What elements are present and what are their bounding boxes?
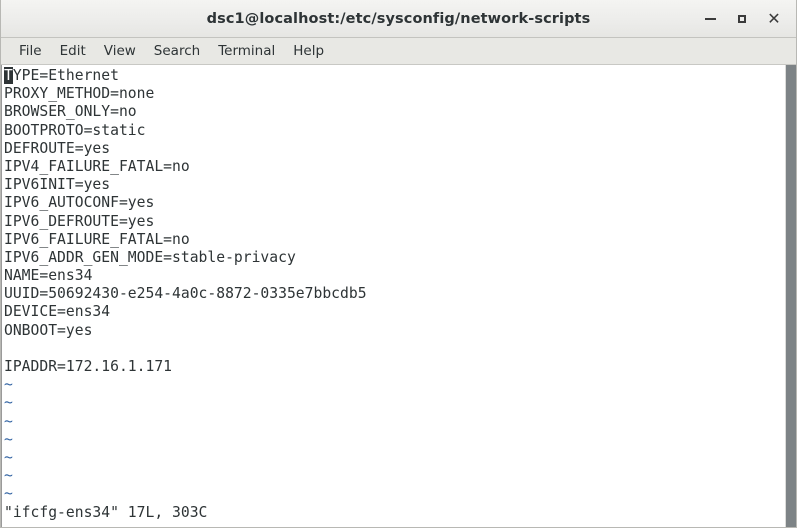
menu-item-file[interactable]: File	[10, 41, 51, 62]
terminal-empty-marker: ~	[4, 448, 13, 466]
terminal-area: TYPE=Ethernet PROXY_METHOD=none BROWSER_O…	[1, 65, 796, 527]
maximize-icon	[738, 14, 746, 23]
vim-status-line: "ifcfg-ens34" 17L, 303C	[4, 503, 208, 521]
terminal-line: BOOTPROTO=static	[4, 121, 146, 139]
terminal-line: IPV4_FAILURE_FATAL=no	[4, 157, 190, 175]
maximize-button[interactable]	[726, 4, 758, 34]
terminal-line: PROXY_METHOD=none	[4, 85, 155, 103]
close-button[interactable]: ✕	[758, 4, 790, 34]
block-cursor: T	[4, 67, 13, 84]
minimize-button[interactable]	[694, 4, 726, 34]
terminal-line: IPV6_AUTOCONF=yes	[4, 194, 155, 212]
terminal-empty-marker: ~	[4, 394, 13, 412]
terminal-line: DEVICE=ens34	[4, 303, 111, 321]
close-icon: ✕	[767, 8, 781, 28]
terminal-line: IPV6_DEFROUTE=yes	[4, 212, 155, 230]
terminal-line: IPV6_FAILURE_FATAL=no	[4, 230, 190, 248]
menu-item-edit[interactable]: Edit	[51, 41, 95, 62]
menu-item-search[interactable]: Search	[145, 41, 209, 62]
terminal-scrollbar[interactable]	[785, 65, 796, 527]
menu-bar: File Edit View Search Terminal Help	[1, 38, 796, 65]
terminal-screen[interactable]: TYPE=Ethernet PROXY_METHOD=none BROWSER_O…	[1, 65, 785, 527]
terminal-empty-markers: ~ ~ ~ ~ ~ ~ ~	[4, 376, 785, 503]
menu-item-help[interactable]: Help	[284, 41, 333, 62]
terminal-line: IPV6_ADDR_GEN_MODE=stable-privacy	[4, 248, 296, 266]
terminal-line-cursor: TYPE=Ethernet	[4, 67, 785, 85]
terminal-line: BROWSER_ONLY=no	[4, 103, 137, 121]
terminal-line: DEFROUTE=yes	[4, 139, 111, 157]
window-title: dsc1@localhost:/etc/sysconfig/network-sc…	[206, 10, 591, 27]
terminal-line: IPADDR=172.16.1.171	[4, 358, 173, 375]
terminal-line: UUID=50692430-e254-4a0c-8872-0335e7bbcdb…	[4, 285, 367, 303]
terminal-empty-marker: ~	[4, 467, 13, 485]
terminal-lines: PROXY_METHOD=none BROWSER_ONLY=no BOOTPROT…	[4, 85, 785, 376]
terminal-window: dsc1@localhost:/etc/sysconfig/network-sc…	[0, 0, 797, 528]
title-bar: dsc1@localhost:/etc/sysconfig/network-sc…	[1, 0, 796, 38]
terminal-empty-marker: ~	[4, 430, 13, 448]
terminal-empty-marker: ~	[4, 412, 13, 430]
menu-item-terminal[interactable]: Terminal	[209, 41, 284, 62]
terminal-empty-marker: ~	[4, 485, 13, 503]
terminal-line: IPV6INIT=yes	[4, 176, 111, 194]
terminal-line-text: YPE=Ethernet	[12, 67, 119, 84]
terminal-line: NAME=ens34	[4, 267, 93, 285]
menu-item-view[interactable]: View	[95, 41, 145, 62]
terminal-empty-marker: ~	[4, 376, 13, 394]
minimize-icon	[704, 17, 716, 20]
window-controls: ✕	[694, 0, 790, 37]
terminal-line: ONBOOT=yes	[4, 321, 93, 339]
